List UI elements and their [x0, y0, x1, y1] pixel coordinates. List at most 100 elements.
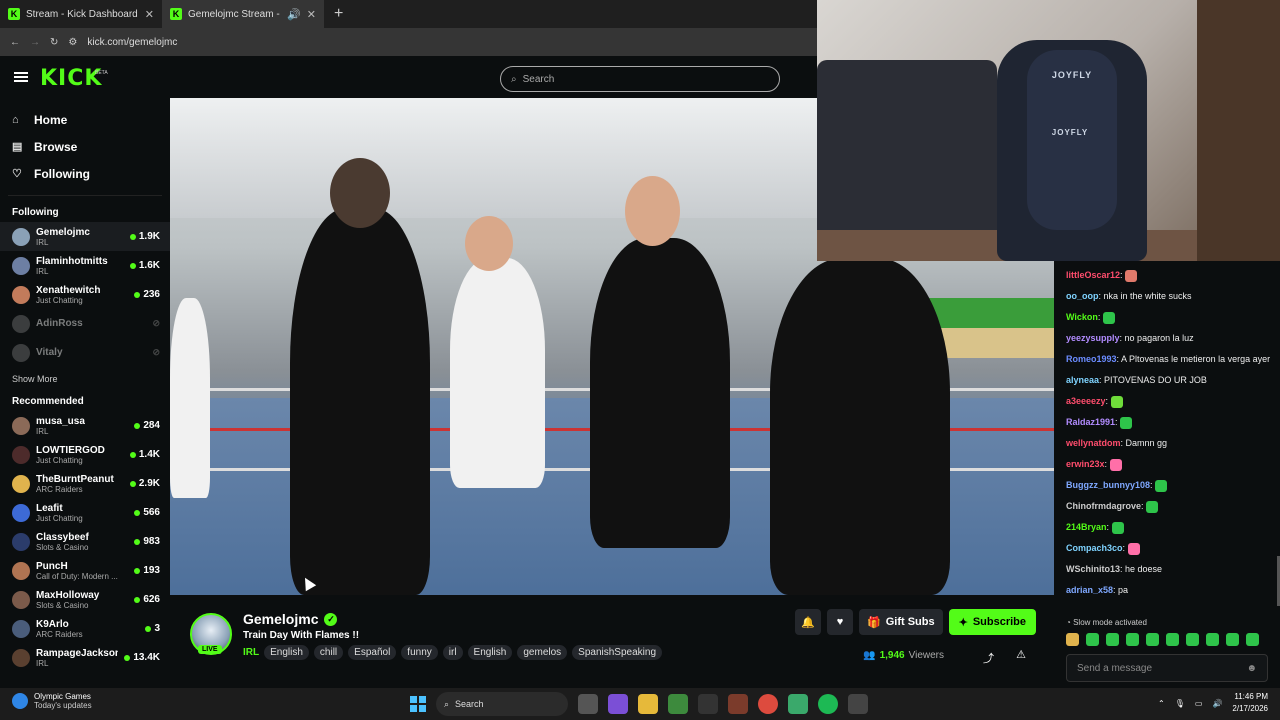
sidebar-channel[interactable]: LOWTIERGOD Just Chatting 1.4K [0, 440, 170, 469]
share-icon[interactable]: ⤴ [983, 650, 994, 666]
emote-icon[interactable] [1086, 633, 1099, 646]
sidebar-channel[interactable]: TheBurntPeanut ARC Raiders 2.9K [0, 469, 170, 498]
close-tab-icon[interactable]: ✕ [145, 8, 154, 21]
notification-bell-button[interactable]: 🔔 [795, 609, 821, 635]
chrome-icon[interactable] [758, 694, 778, 714]
tag[interactable]: chill [313, 645, 344, 660]
volume-icon[interactable]: 🔊 [1212, 699, 1222, 708]
app-icon[interactable] [788, 694, 808, 714]
close-tab-icon[interactable]: ✕ [307, 8, 316, 21]
back-icon[interactable]: ← [10, 37, 20, 48]
emote-icon[interactable] [1206, 633, 1219, 646]
menu-icon[interactable] [14, 72, 28, 82]
microphone-icon[interactable]: 🎙 [1175, 699, 1185, 708]
sidebar-channel[interactable]: K9Arlo ARC Raiders 3 [0, 614, 170, 643]
new-tab-button[interactable]: + [324, 0, 353, 28]
tag[interactable]: funny [401, 645, 438, 660]
chat-username[interactable]: yeezysupply [1066, 333, 1120, 343]
live-dot-icon [134, 509, 141, 516]
chat-username[interactable]: littleOscar12 [1066, 270, 1120, 280]
url-field[interactable]: kick.com/gemelojmc [87, 37, 177, 48]
chat-username[interactable]: oo_oop [1066, 291, 1099, 301]
widgets-button[interactable]: Olympic Games Today's updates [12, 692, 92, 710]
reload-icon[interactable]: ↻ [50, 37, 58, 48]
sidebar-channel[interactable]: Leafit Just Chatting 566 [0, 498, 170, 527]
sidebar-channel[interactable]: Xenathewitch Just Chatting 236 [0, 280, 170, 309]
taskbar-search[interactable]: ⌕ Search [436, 692, 568, 716]
tag[interactable]: SpanishSpeaking [572, 645, 663, 660]
follow-button[interactable]: ♥ [827, 609, 853, 635]
sidebar-channel[interactable]: Flaminhotmitts IRL 1.6K [0, 251, 170, 280]
emote-icon[interactable] [1166, 633, 1179, 646]
network-icon[interactable]: ▭ [1195, 699, 1203, 708]
chat-username[interactable]: Romeo1993 [1066, 354, 1117, 364]
search-input[interactable]: ⌕ Search [500, 66, 780, 92]
sidebar-channel[interactable]: Vitaly ⊘ [0, 338, 170, 367]
emote-icon[interactable] [1066, 633, 1079, 646]
emote-icon[interactable] [1126, 633, 1139, 646]
channel-category: Just Chatting [36, 455, 83, 465]
channel-category: IRL [36, 237, 49, 247]
chat-username[interactable]: Compach3co [1066, 543, 1123, 553]
forward-icon[interactable]: → [30, 37, 40, 48]
sidebar-channel[interactable]: MaxHolloway Slots & Casino 626 [0, 585, 170, 614]
file-explorer-icon[interactable] [638, 694, 658, 714]
chat-username[interactable]: adrian_x58 [1066, 585, 1113, 595]
channel-info: musa_usa IRL [36, 416, 128, 436]
chat-username[interactable]: Buggzz_bunnyy108 [1066, 480, 1150, 490]
sidebar-channel[interactable]: PuncH Call of Duty: Modern ... 193 [0, 556, 170, 585]
tag[interactable]: irl [442, 645, 463, 660]
spotify-icon[interactable] [818, 694, 838, 714]
emote-icon[interactable] [1186, 633, 1199, 646]
emote-icon[interactable] [1246, 633, 1259, 646]
sidebar-channel[interactable]: RampageJackson IRL 13.4K [0, 643, 170, 672]
app-icon[interactable] [698, 694, 718, 714]
chevron-up-icon[interactable]: ⌃ [1158, 699, 1165, 708]
nav-browse[interactable]: ▤ Browse [0, 133, 170, 160]
emoji-icon[interactable]: ☻ [1246, 663, 1257, 674]
chat-username[interactable]: wellynatdom [1066, 438, 1121, 448]
sidebar-channel[interactable]: musa_usa IRL 284 [0, 411, 170, 440]
chat-username[interactable]: Raldaz1991 [1066, 417, 1115, 427]
sidebar-channel[interactable]: AdinRoss ⊘ [0, 309, 170, 338]
nav-home[interactable]: ⌂ Home [0, 106, 170, 133]
chat-username[interactable]: WSchinito13 [1066, 564, 1120, 574]
chat-username[interactable]: alyneaa [1066, 375, 1099, 385]
app-icon[interactable] [668, 694, 688, 714]
game-icon[interactable] [728, 694, 748, 714]
gift-subs-button[interactable]: 🎁 Gift Subs [859, 609, 943, 635]
streamer-name[interactable]: Gemelojmc [243, 611, 318, 627]
windows-start-icon[interactable] [410, 696, 426, 712]
site-info-icon[interactable]: ⚙ [68, 37, 77, 48]
chat-username[interactable]: 214Bryan [1066, 522, 1107, 532]
chat-username[interactable]: erwin23x [1066, 459, 1105, 469]
channel-viewers-value: 284 [143, 420, 160, 431]
stream-category[interactable]: IRL [243, 647, 259, 658]
kick-logo[interactable]: KICK [40, 66, 102, 91]
clock[interactable]: 11:46 PM 2/17/2026 [1232, 691, 1268, 715]
chat-input[interactable]: Send a message ☻ [1066, 654, 1268, 682]
emote-icon[interactable] [1226, 633, 1239, 646]
speaker-icon[interactable]: 🔊 [287, 8, 301, 21]
chat-username[interactable]: Chinofrmdagrove [1066, 501, 1141, 511]
nav-following[interactable]: ♡ Following [0, 160, 170, 187]
tag[interactable]: English [264, 645, 309, 660]
chat-username[interactable]: Wickon [1066, 312, 1098, 322]
browser-tab[interactable]: K Stream - Kick Dashboard ✕ [0, 0, 162, 28]
report-icon[interactable]: ⚠ [1016, 648, 1026, 661]
sidebar-channel[interactable]: Gemelojmc IRL 1.9K [0, 222, 170, 251]
tag[interactable]: English [467, 645, 513, 660]
chat-message: 214Bryan: [1066, 521, 1274, 534]
tag[interactable]: Español [348, 645, 397, 660]
emote-icon[interactable] [1146, 633, 1159, 646]
sidebar-channel[interactable]: Classybeef Slots & Casino 983 [0, 527, 170, 556]
subscribe-button[interactable]: ✦ Subscribe [948, 609, 1036, 635]
task-view-icon[interactable] [578, 694, 598, 714]
emote-icon[interactable] [1106, 633, 1119, 646]
app-icon[interactable] [608, 694, 628, 714]
browser-tab-active[interactable]: K Gemelojmc Stream - Watch 🔊 ✕ [162, 0, 324, 28]
tag[interactable]: gemelos [517, 645, 568, 660]
show-more-link[interactable]: Show More [0, 367, 170, 391]
chat-username[interactable]: a3eeeezy [1066, 396, 1106, 406]
epic-games-icon[interactable] [848, 694, 868, 714]
